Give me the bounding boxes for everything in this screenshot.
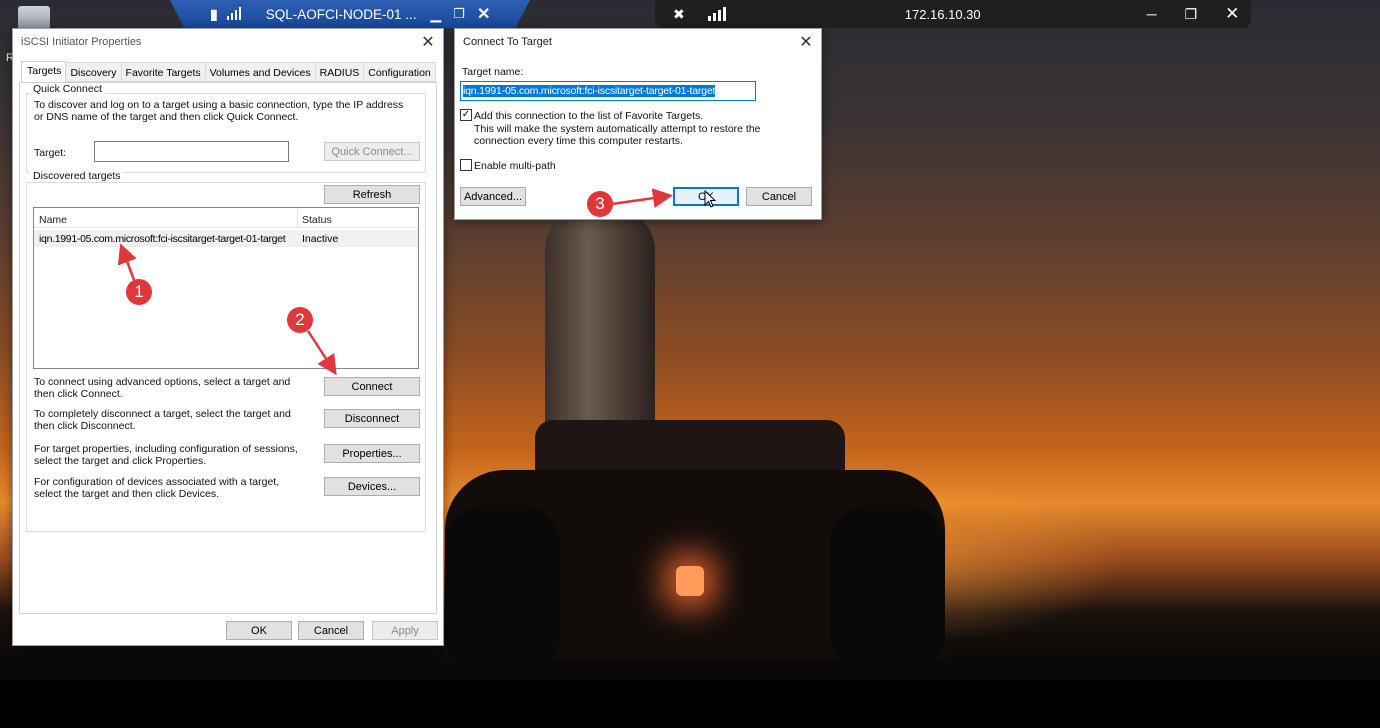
multipath-checkbox-label: Enable multi-path [474, 160, 556, 172]
letterbox-band [0, 680, 1380, 728]
tab-radius[interactable]: RADIUS [315, 62, 365, 82]
ok-button[interactable]: OK [226, 621, 292, 640]
dialog-title: Connect To Target [463, 36, 552, 48]
annotation-marker-3: 3 [587, 191, 613, 217]
close-icon[interactable]: ✕ [1225, 4, 1239, 24]
marker-1-label: 1 [134, 282, 144, 301]
quick-connect-button[interactable]: Quick Connect... [324, 142, 420, 161]
cancel-button[interactable]: Cancel [298, 621, 364, 640]
ground [0, 660, 1380, 680]
minimize-icon[interactable]: ─ [1147, 6, 1157, 22]
tab-strip: Targets Discovery Favorite Targets Volum… [21, 61, 436, 82]
tab-volumes-and-devices[interactable]: Volumes and Devices [205, 62, 316, 82]
remote-address: 172.16.10.30 [904, 6, 981, 22]
apply-button[interactable]: Apply [372, 621, 438, 640]
target-status-cell: Inactive [302, 232, 339, 245]
multipath-checkbox[interactable] [460, 159, 472, 171]
mouse-cursor-icon [704, 190, 716, 208]
signal-icon [226, 7, 241, 20]
favorites-checkbox-label: Add this connection to the list of Favor… [474, 110, 704, 122]
target-name-input[interactable]: iqn.1991-05.com.microsoft:fci-iscsitarge… [460, 81, 756, 101]
devices-button[interactable]: Devices... [324, 477, 420, 496]
connect-button[interactable]: Connect [324, 377, 420, 396]
properties-description: For target properties, including configu… [34, 443, 298, 467]
close-icon[interactable]: ✕ [477, 4, 490, 24]
disconnect-description: To completely disconnect a target, selec… [34, 408, 291, 432]
restore-icon[interactable]: ❐ [453, 6, 465, 22]
tab-targets[interactable]: Targets [21, 61, 67, 82]
close-icon[interactable]: ✕ [413, 31, 443, 53]
target-input[interactable] [94, 141, 289, 162]
tab-discovery[interactable]: Discovery [66, 62, 122, 82]
target-name-selected-text: iqn.1991-05.com.microsoft:fci-iscsitarge… [463, 85, 716, 97]
unpin-icon[interactable]: ✖ [673, 6, 685, 23]
close-icon[interactable]: ✕ [791, 31, 821, 53]
cancel-button[interactable]: Cancel [746, 187, 812, 206]
tab-favorite-targets[interactable]: Favorite Targets [121, 62, 206, 82]
column-header-status[interactable]: Status [298, 208, 336, 227]
list-header: Name Status [34, 208, 418, 228]
targets-list[interactable]: Name Status iqn.1991-05.com.microsoft:fc… [33, 207, 419, 369]
refresh-button[interactable]: Refresh [324, 185, 420, 204]
favorites-detail: This will make the system automatically … [474, 123, 761, 147]
recycle-bin-icon[interactable] [18, 6, 50, 30]
rdp-connection-bar: ▮ SQL-AOFCI-NODE-01 ... ▁ ❐ ✕ [170, 0, 530, 28]
window-title: iSCSI Initiator Properties [21, 36, 142, 48]
car-wheel-right [830, 505, 945, 675]
car-wheel-left [445, 505, 560, 675]
restore-icon[interactable]: ❐ [1185, 6, 1198, 23]
quick-connect-legend: Quick Connect [30, 83, 105, 95]
devices-description: For configuration of devices associated … [34, 476, 280, 500]
pin-icon[interactable]: ▮ [210, 6, 218, 23]
tab-configuration[interactable]: Configuration [364, 62, 436, 82]
favorites-checkbox[interactable]: ✓ [460, 109, 472, 121]
marker-2-label: 2 [295, 310, 305, 329]
disconnect-button[interactable]: Disconnect [324, 409, 420, 428]
table-row[interactable]: iqn.1991-05.com.microsoft:fci-iscsitarge… [34, 230, 418, 247]
marker-3-label: 3 [595, 194, 605, 213]
properties-button[interactable]: Properties... [324, 444, 420, 463]
discovered-targets-legend: Discovered targets [30, 170, 124, 182]
connect-description: To connect using advanced options, selec… [34, 376, 291, 400]
iscsi-titlebar: iSCSI Initiator Properties ✕ [13, 29, 443, 55]
target-name-label: Target name: [462, 66, 524, 78]
connect-titlebar: Connect To Target ✕ [455, 29, 821, 55]
rdp-title: SQL-AOFCI-NODE-01 ... [265, 6, 417, 22]
connection-quality-icon [707, 7, 726, 21]
annotation-marker-2: 2 [287, 307, 313, 333]
minimize-icon[interactable]: ▁ [431, 6, 442, 23]
car-rain-light [676, 566, 704, 596]
column-header-name[interactable]: Name [34, 208, 298, 227]
connect-to-target-dialog: Connect To Target ✕ Target name: iqn.199… [454, 28, 822, 220]
quick-connect-description: To discover and log on to a target using… [34, 99, 404, 123]
remote-desktop-bar: ✖ 172.16.10.30 ─ ❐ ✕ [655, 0, 1251, 28]
target-label: Target: [34, 147, 67, 159]
advanced-button[interactable]: Advanced... [460, 187, 526, 206]
iscsi-initiator-window: iSCSI Initiator Properties ✕ Targets Dis… [12, 28, 444, 646]
annotation-marker-1: 1 [126, 279, 152, 305]
target-name-cell: iqn.1991-05.com.microsoft:fci-iscsitarge… [39, 232, 286, 245]
